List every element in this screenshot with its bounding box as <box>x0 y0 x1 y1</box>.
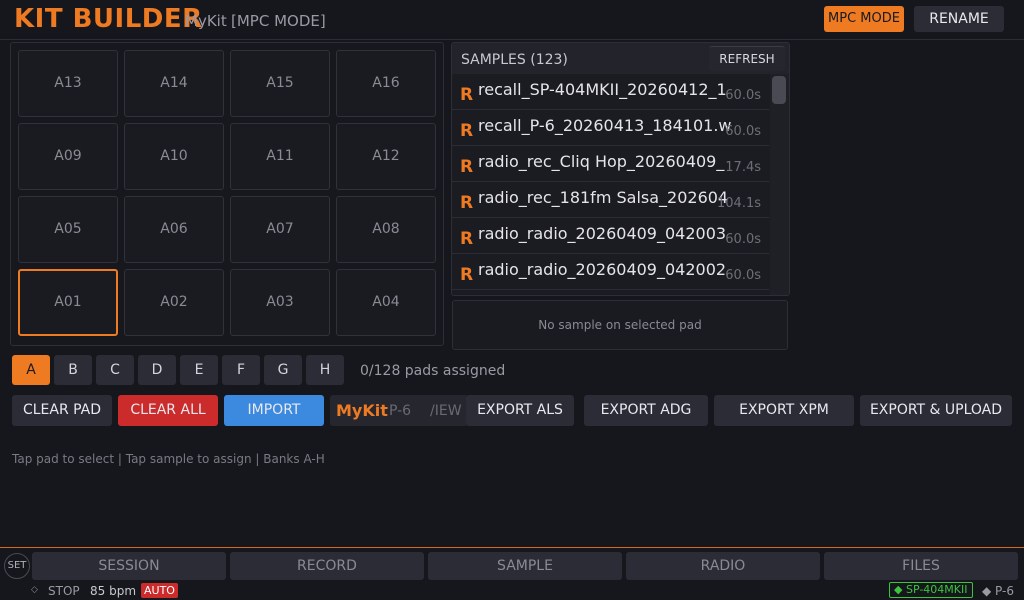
sample-duration: 60.0s <box>725 268 761 283</box>
app-title: KIT BUILDER <box>14 4 203 34</box>
bank-d-button[interactable]: D <box>138 355 176 385</box>
pad-a09[interactable]: A09 <box>18 123 118 190</box>
sample-duration: 60.0s <box>725 88 761 103</box>
recall-badge-icon: R <box>460 121 474 141</box>
sample-row[interactable]: R radio_radio_20260409_042002 60.0s <box>452 254 769 290</box>
device-p6-status[interactable]: ◆ P-6 <box>982 584 1014 598</box>
bank-c-button[interactable]: C <box>96 355 134 385</box>
tab-sample[interactable]: SAMPLE <box>428 552 622 580</box>
recall-badge-icon: R <box>460 157 474 177</box>
recall-badge-icon: R <box>460 265 474 285</box>
mode-label: [MPC MODE] <box>231 12 326 30</box>
sample-row[interactable]: R radio_rec_Cliq Hop_20260409_ 17.4s <box>452 146 769 182</box>
kit-tab[interactable]: MyKit <box>336 401 388 420</box>
transport-status: STOP <box>48 584 80 598</box>
sample-name: radio_radio_20260409_042003 <box>478 224 727 243</box>
import-button[interactable]: IMPORT <box>224 395 324 426</box>
pad-grid: A13 A14 A15 A16 A09 A10 A11 A12 A05 A06 … <box>10 42 444 346</box>
usage-hint: Tap pad to select | Tap sample to assign… <box>12 452 325 466</box>
samples-count: SAMPLES (123) <box>461 52 568 68</box>
pad-a03[interactable]: A03 <box>230 269 330 336</box>
pad-a08[interactable]: A08 <box>336 196 436 263</box>
header-bar: KIT BUILDER MyKit [MPC MODE] MPC MODE RE… <box>0 0 1024 40</box>
bank-g-button[interactable]: G <box>264 355 302 385</box>
sample-row[interactable]: R radio_rec_181fm Salsa_202604 104.1s <box>452 182 769 218</box>
pad-a06[interactable]: A06 <box>124 196 224 263</box>
view-tab[interactable]: /IEW <box>430 403 462 419</box>
sample-duration: 60.0s <box>725 124 761 139</box>
bank-h-button[interactable]: H <box>306 355 344 385</box>
sample-duration: 17.4s <box>725 160 761 175</box>
sample-duration: 60.0s <box>725 232 761 247</box>
samples-scroll-thumb[interactable] <box>772 76 786 104</box>
tab-session[interactable]: SESSION <box>32 552 226 580</box>
export-adg-button[interactable]: EXPORT ADG <box>584 395 708 426</box>
pad-a14[interactable]: A14 <box>124 50 224 117</box>
sample-name: recall_P-6_20260413_184101.w <box>478 116 732 135</box>
sample-row[interactable]: R recall_SP-404MKII_20260412_1 60.0s <box>452 74 769 110</box>
clear-pad-button[interactable]: CLEAR PAD <box>12 395 112 426</box>
sample-name: recall_SP-404MKII_20260412_1 <box>478 80 727 99</box>
pad-a12[interactable]: A12 <box>336 123 436 190</box>
sample-name: radio_radio_20260409_042002 <box>478 260 727 279</box>
tab-radio[interactable]: RADIO <box>626 552 820 580</box>
pad-a07[interactable]: A07 <box>230 196 330 263</box>
recall-badge-icon: R <box>460 229 474 249</box>
pad-a15[interactable]: A15 <box>230 50 330 117</box>
tab-record[interactable]: RECORD <box>230 552 424 580</box>
pad-a13[interactable]: A13 <box>18 50 118 117</box>
bank-e-button[interactable]: E <box>180 355 218 385</box>
tempo-readout: 85 bpm <box>90 584 137 598</box>
export-als-button[interactable]: EXPORT ALS <box>466 395 574 426</box>
sample-name: radio_rec_181fm Salsa_202604 <box>478 188 729 207</box>
pad-a11[interactable]: A11 <box>230 123 330 190</box>
export-xpm-button[interactable]: EXPORT XPM <box>714 395 854 426</box>
sample-duration: 104.1s <box>717 196 761 211</box>
pads-assigned-count: 0/128 pads assigned <box>360 363 506 379</box>
pad-a16[interactable]: A16 <box>336 50 436 117</box>
sample-name: radio_rec_Cliq Hop_20260409_ <box>478 152 725 171</box>
pad-a10[interactable]: A10 <box>124 123 224 190</box>
refresh-button[interactable]: REFRESH <box>709 46 785 71</box>
pad-a02[interactable]: A02 <box>124 269 224 336</box>
selected-sample-info: No sample on selected pad <box>452 300 788 350</box>
rename-button[interactable]: RENAME <box>914 6 1004 32</box>
bank-b-button[interactable]: B <box>54 355 92 385</box>
samples-scrollbar[interactable] <box>770 74 789 295</box>
mpc-mode-button[interactable]: MPC MODE <box>824 6 904 32</box>
auto-badge[interactable]: AUTO <box>141 583 178 598</box>
kit-name: MyKit <box>185 12 227 30</box>
settings-button[interactable]: SET <box>4 553 30 579</box>
samples-header: SAMPLES (123) REFRESH <box>452 43 789 74</box>
transport-state-icon: ◇ <box>31 585 38 595</box>
recall-badge-icon: R <box>460 85 474 105</box>
recall-badge-icon: R <box>460 193 474 213</box>
p6-tab[interactable]: P-6 <box>389 403 411 419</box>
pad-a04[interactable]: A04 <box>336 269 436 336</box>
tab-files[interactable]: FILES <box>824 552 1018 580</box>
sample-row[interactable]: R recall_P-6_20260413_184101.w 60.0s <box>452 110 769 146</box>
bank-f-button[interactable]: F <box>222 355 260 385</box>
samples-panel: SAMPLES (123) REFRESH R recall_SP-404MKI… <box>451 42 790 296</box>
sample-row[interactable]: R radio_radio_20260409_042003 60.0s <box>452 218 769 254</box>
nav-divider <box>0 547 1024 548</box>
bank-a-button[interactable]: A <box>12 355 50 385</box>
export-upload-button[interactable]: EXPORT & UPLOAD <box>860 395 1012 426</box>
clear-all-button[interactable]: CLEAR ALL <box>118 395 218 426</box>
device-sp404-status[interactable]: ◆ SP-404MKII <box>889 582 973 598</box>
pad-a01[interactable]: A01 <box>18 269 118 336</box>
pad-a05[interactable]: A05 <box>18 196 118 263</box>
